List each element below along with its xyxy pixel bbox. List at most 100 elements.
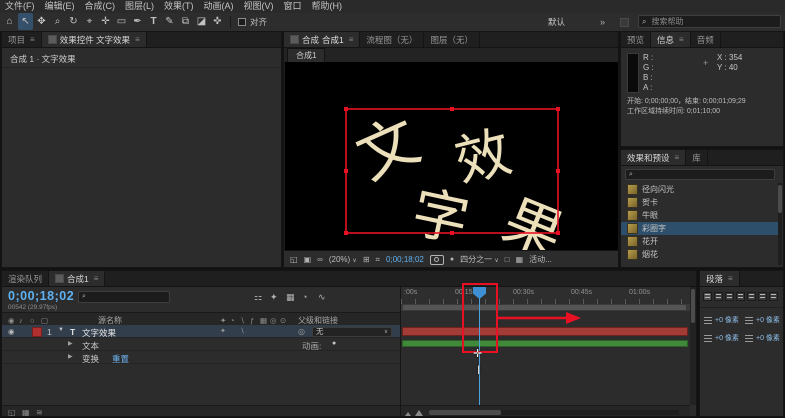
zoom-dropdown[interactable]: (20%) ∨: [329, 255, 357, 264]
hand-tool-icon[interactable]: ✥: [34, 13, 49, 30]
indent-right-field[interactable]: +0 像素: [745, 315, 780, 325]
tab-audio[interactable]: 音频: [691, 32, 721, 47]
composition-canvas[interactable]: 文 字 效 果: [285, 62, 618, 267]
tab-info[interactable]: 信息 ≡: [651, 32, 691, 47]
layer-row[interactable]: ◉ 1 ▼ T 文字效果 ✦ ∖ ◎ 无 ∨: [2, 325, 400, 338]
draft-3d-icon[interactable]: ✦: [270, 292, 278, 303]
ruler-icon[interactable]: ∞: [317, 255, 323, 264]
panel-menu-icon[interactable]: ≡: [349, 35, 354, 44]
panel-menu-icon[interactable]: ≡: [675, 153, 680, 162]
menu-help[interactable]: 帮助(H): [307, 0, 348, 13]
shape-tool-icon[interactable]: ▭: [114, 13, 129, 30]
fx-switch-icon[interactable]: ƒ: [250, 316, 254, 325]
property-group-row-transform[interactable]: ▶ 变换 重置: [2, 351, 400, 364]
frame-blend-switch-icon[interactable]: ▦: [260, 316, 267, 325]
space-before-field[interactable]: +0 像素: [704, 333, 739, 343]
time-ruler[interactable]: :00s 00:15s 00:30s 00:45s 01:00s: [401, 287, 690, 305]
align-right-button[interactable]: [725, 292, 734, 301]
toggle-graph-icon[interactable]: ≋: [36, 408, 43, 416]
tab-library[interactable]: 库: [686, 150, 708, 165]
timeline-hscrollbar[interactable]: [429, 410, 679, 415]
panel-menu-icon[interactable]: ≡: [30, 35, 35, 44]
type-tool-icon[interactable]: T: [146, 13, 161, 30]
always-preview-icon[interactable]: ◱: [290, 255, 298, 264]
menu-composition[interactable]: 合成(C): [80, 0, 121, 13]
effect-item[interactable]: 花开: [621, 235, 779, 248]
menu-file[interactable]: 文件(F): [0, 0, 40, 13]
frame-blend-icon[interactable]: ◔: [302, 292, 307, 302]
comp-subtab[interactable]: 合成1: [287, 48, 326, 62]
justify-last-right-button[interactable]: [758, 292, 767, 301]
twirl-open-icon[interactable]: ▼: [58, 327, 64, 333]
comp-mini-flowchart-icon[interactable]: ⚏: [254, 292, 262, 303]
menu-window[interactable]: 窗口: [279, 0, 307, 13]
panel-menu-icon[interactable]: ≡: [679, 35, 684, 44]
effect-item[interactable]: 径向闪光: [621, 183, 779, 196]
help-search-box[interactable]: ⌕: [638, 15, 781, 28]
magnification-icon[interactable]: ▣: [304, 255, 312, 264]
timeline-vscrollbar[interactable]: [690, 287, 696, 405]
audio-icon[interactable]: ♪: [19, 316, 23, 325]
transform-reset-link[interactable]: 重置: [112, 353, 129, 365]
twirl-closed-icon[interactable]: ▶: [68, 353, 73, 360]
timeline-current-timecode[interactable]: 0;00;18;02: [8, 289, 74, 303]
hide-shy-icon[interactable]: ▦: [286, 292, 295, 303]
property-group-row-text[interactable]: ▶ 文本 动画: ●: [2, 338, 400, 351]
effect-item[interactable]: 贺卡: [621, 196, 779, 209]
effect-item[interactable]: 牛眼: [621, 209, 779, 222]
justify-all-button[interactable]: [769, 292, 778, 301]
tab-flowchart[interactable]: 流程图（无）: [360, 32, 425, 47]
property-duration-bar[interactable]: [402, 340, 688, 347]
twirl-closed-icon[interactable]: ▶: [68, 340, 73, 347]
menu-view[interactable]: 视图(V): [239, 0, 279, 13]
menu-layer[interactable]: 图层(L): [120, 0, 159, 13]
animate-add-button[interactable]: ●: [332, 340, 336, 347]
panel-menu-icon[interactable]: ≡: [94, 274, 99, 283]
toggle-switches-icon[interactable]: ◱: [8, 408, 16, 416]
help-search-input[interactable]: [649, 16, 777, 27]
zoom-in-mountain-icon[interactable]: [415, 410, 423, 416]
tab-layer-viewer[interactable]: 图层（无）: [424, 32, 480, 47]
pen-tool-icon[interactable]: ✒: [130, 13, 145, 30]
workspace-overflow[interactable]: »: [600, 13, 605, 31]
label-color-chip[interactable]: [32, 327, 42, 337]
brush-tool-icon[interactable]: ✎: [162, 13, 177, 30]
viewer-timecode[interactable]: 0;00;18;02: [386, 255, 424, 264]
eraser-tool-icon[interactable]: ◪: [194, 13, 209, 30]
tab-paragraph[interactable]: 段落 ≡: [700, 271, 740, 286]
panel-menu-icon[interactable]: ≡: [135, 35, 140, 44]
motion-blur-icon[interactable]: ∿: [318, 292, 326, 303]
work-area-bar[interactable]: [401, 304, 690, 311]
tab-effects-presets[interactable]: 效果和预设 ≡: [621, 150, 687, 165]
snap-checkbox[interactable]: [238, 18, 246, 26]
space-after-field[interactable]: +0 像素: [745, 333, 780, 343]
collapse-switch-icon[interactable]: ◔: [230, 316, 235, 325]
solo-icon[interactable]: ○: [30, 316, 35, 325]
parent-dropdown[interactable]: 无 ∨: [312, 326, 392, 337]
quality-switch[interactable]: ∖: [240, 327, 244, 335]
eye-icon[interactable]: ◉: [8, 316, 15, 325]
show-snapshot-icon[interactable]: ●: [450, 256, 454, 263]
3d-view-dropdown[interactable]: 活动...: [529, 254, 552, 265]
effects-search-input[interactable]: [635, 169, 771, 180]
menu-animation[interactable]: 动画(A): [199, 0, 239, 13]
tab-render-queue[interactable]: 渲染队列: [2, 271, 50, 286]
motion-blur-switch-icon[interactable]: ◎: [270, 316, 277, 325]
resolution-dropdown[interactable]: 四分之一 ∨: [460, 254, 499, 265]
shy-switch-icon[interactable]: ✦: [220, 316, 226, 325]
zoom-tool-icon[interactable]: ⌕: [50, 13, 65, 30]
lock-icon[interactable]: ▢: [41, 316, 48, 325]
panel-menu-icon[interactable]: ≡: [728, 274, 733, 283]
justify-last-center-button[interactable]: [747, 292, 756, 301]
orbit-camera-tool-icon[interactable]: ↻: [66, 13, 81, 30]
transparency-grid-icon[interactable]: ▦: [516, 255, 524, 264]
grid-guides-icon[interactable]: ⊞: [363, 255, 370, 264]
selection-tool-icon[interactable]: ↖: [18, 13, 33, 30]
eye-icon[interactable]: ◉: [8, 327, 15, 336]
effect-item-selected[interactable]: 彩圈字: [621, 222, 779, 235]
puppet-tool-icon[interactable]: ✜: [210, 13, 225, 30]
timeline-search-input[interactable]: [88, 291, 166, 303]
layer-duration-bar[interactable]: [402, 327, 688, 336]
zoom-out-mountain-icon[interactable]: [405, 412, 411, 416]
workspace-dropdown[interactable]: 默认: [548, 13, 565, 31]
